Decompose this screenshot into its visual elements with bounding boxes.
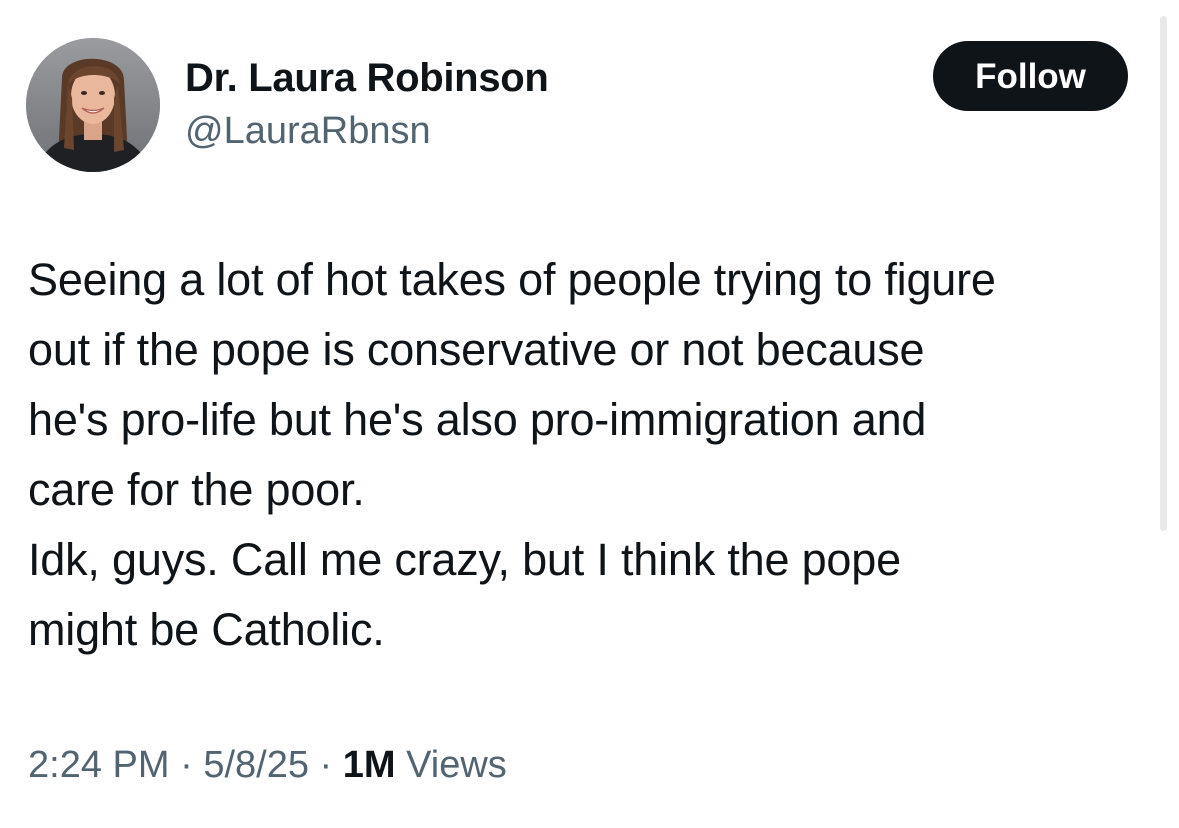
- views-count[interactable]: 1M: [343, 744, 396, 786]
- avatar[interactable]: [26, 38, 160, 172]
- tweet-date[interactable]: 5/8/25: [203, 744, 309, 786]
- views-label[interactable]: Views: [406, 744, 507, 786]
- tweet-text: Seeing a lot of hot takes of people tryi…: [28, 245, 1148, 665]
- profile-photo: [26, 38, 160, 172]
- tweet-text-line: out if the pope is conservative or not b…: [28, 324, 925, 375]
- tweet-text-line: care for the poor.: [28, 464, 365, 515]
- tweet-meta: 2:24 PM · 5/8/25 · 1M Views: [28, 740, 507, 790]
- tweet-text-line: Idk, guys. Call me crazy, but I think th…: [28, 534, 901, 585]
- tweet-time[interactable]: 2:24 PM: [28, 744, 170, 786]
- follow-button[interactable]: Follow: [933, 41, 1128, 111]
- author-display-name[interactable]: Dr. Laura Robinson: [185, 54, 549, 102]
- meta-separator: ·: [319, 744, 333, 786]
- tweet-text-line: Seeing a lot of hot takes of people tryi…: [28, 254, 996, 305]
- tweet-text-line: might be Catholic.: [28, 604, 385, 655]
- tweet-card: Dr. Laura Robinson @LauraRbnsn Follow Se…: [0, 0, 1179, 828]
- tweet-text-line: he's pro-life but he's also pro-immigrat…: [28, 394, 927, 445]
- author-handle[interactable]: @LauraRbnsn: [185, 108, 431, 154]
- meta-separator: ·: [180, 744, 193, 786]
- scrollbar[interactable]: [1160, 16, 1167, 531]
